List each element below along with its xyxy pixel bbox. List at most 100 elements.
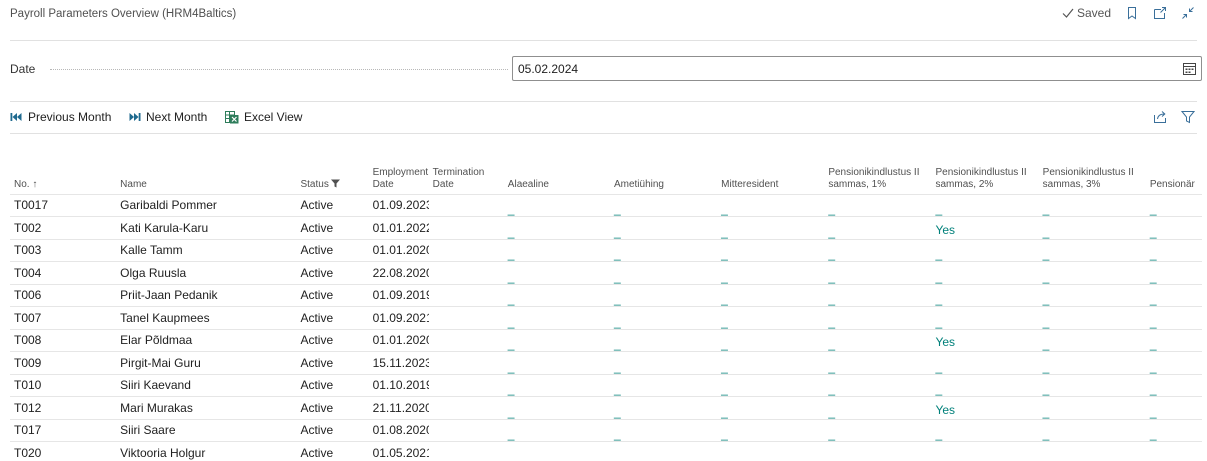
table-row[interactable]: T0017 Garibaldi Pommer Active 01.09.2023 _ _ _… (10, 193, 1202, 217)
cell-mitteresident[interactable]: _ (717, 418, 825, 442)
cell-no[interactable]: T006 (10, 283, 117, 307)
cell-termination-date[interactable] (428, 283, 504, 307)
cell-mitteresident[interactable]: _ (717, 193, 825, 217)
cell-pensionar[interactable]: _ (1145, 328, 1202, 352)
cell-no[interactable]: T010 (10, 373, 117, 397)
cell-pension-3[interactable]: _ (1038, 328, 1146, 352)
cell-pension-3[interactable]: _ (1038, 283, 1146, 307)
cell-termination-date[interactable] (428, 238, 504, 262)
cell-no[interactable]: T0017 (10, 193, 117, 217)
cell-ametiuhing[interactable]: _ (609, 238, 718, 262)
table-row[interactable]: T020 Viktooria Holgur Active 01.05.2021 _ _ _ _… (10, 441, 1202, 461)
cell-ametiuhing[interactable]: _ (609, 216, 718, 239)
cell-termination-date[interactable] (428, 306, 504, 329)
cell-status[interactable]: Active (296, 193, 369, 217)
calendar-icon[interactable] (1183, 62, 1196, 75)
cell-mitteresident[interactable]: _ (717, 306, 825, 329)
column-header-ametiuhing[interactable]: Ametiühing (610, 160, 717, 194)
cell-pension-1[interactable]: _ (824, 306, 932, 329)
cell-mitteresident[interactable]: _ (717, 238, 825, 262)
cell-pensionar[interactable]: _ (1145, 238, 1202, 262)
cell-pension-1[interactable]: _ (824, 396, 932, 419)
cell-alaealine[interactable]: _ (503, 283, 610, 307)
cell-pension-3[interactable]: _ (1038, 373, 1146, 397)
cell-name[interactable]: Siiri Kaevand (116, 373, 297, 397)
cell-name[interactable]: Tanel Kaupmees (116, 306, 297, 329)
cell-pension-3[interactable]: _ (1038, 418, 1146, 442)
cell-no[interactable]: T007 (10, 306, 117, 329)
cell-alaealine[interactable]: _ (503, 216, 610, 239)
cell-pension-2[interactable]: _ (931, 351, 1039, 374)
date-input[interactable]: 05.02.2024 (512, 56, 1202, 81)
cell-pension-1[interactable]: _ (824, 441, 932, 461)
table-row[interactable]: T004 Olga Ruusla Active 22.08.2020 _ _ _ _ _ _ _ (10, 261, 1202, 284)
cell-name[interactable]: Olga Ruusla (116, 261, 297, 284)
cell-no[interactable]: T002 (10, 216, 117, 239)
cell-pension-2[interactable]: _ (931, 373, 1039, 397)
cell-ametiuhing[interactable]: _ (609, 351, 718, 374)
cell-no[interactable]: T009 (10, 351, 117, 374)
column-header-name[interactable]: Name (116, 160, 296, 194)
cell-employment-date[interactable]: 01.09.2023 (368, 193, 429, 217)
table-row[interactable]: T003 Kalle Tamm Active 01.01.2020 _ _ _ _ _ _ _ (10, 238, 1202, 262)
cell-no[interactable]: T003 (10, 238, 117, 262)
cell-pension-1[interactable]: _ (824, 238, 932, 262)
cell-pension-1[interactable]: _ (824, 351, 932, 374)
cell-mitteresident[interactable]: _ (717, 261, 825, 284)
excel-view-button[interactable]: Excel View (225, 110, 302, 124)
cell-pensionar[interactable]: _ (1145, 261, 1202, 284)
cell-pension-2[interactable]: _ (931, 261, 1039, 284)
column-header-employment-date[interactable]: Employment Date (369, 160, 429, 194)
cell-pensionar[interactable]: _ (1145, 216, 1202, 239)
cell-termination-date[interactable] (428, 351, 504, 374)
cell-pension-1[interactable]: _ (824, 193, 932, 217)
cell-alaealine[interactable]: _ (503, 441, 610, 461)
cell-pension-2[interactable]: Yes (931, 396, 1039, 419)
cell-mitteresident[interactable]: _ (717, 216, 825, 239)
column-header-pensionar[interactable]: Pensionär (1146, 160, 1202, 194)
share-icon[interactable] (1153, 110, 1167, 124)
cell-ametiuhing[interactable]: _ (609, 261, 718, 284)
next-month-button[interactable]: Next Month (128, 110, 207, 124)
table-row[interactable]: T012 Mari Murakas Active 21.11.2020 _ _ _ _ Yes _… (10, 396, 1202, 419)
cell-name[interactable]: Mari Murakas (116, 396, 297, 419)
cell-pension-3[interactable]: _ (1038, 216, 1146, 239)
table-row[interactable]: T007 Tanel Kaupmees Active 01.09.2021 _ _ _ _ _ _… (10, 306, 1202, 329)
table-row[interactable]: T017 Siiri Saare Active 01.08.2020 _ _ _ _ _ _ _ (10, 418, 1202, 442)
cell-pensionar[interactable]: _ (1145, 373, 1202, 397)
cell-pension-3[interactable]: _ (1038, 193, 1146, 217)
cell-pensionar[interactable]: _ (1145, 193, 1202, 217)
cell-employment-date[interactable]: 15.11.2023 (368, 351, 429, 374)
cell-pension-1[interactable]: _ (824, 328, 932, 352)
cell-name[interactable]: Kalle Tamm (116, 238, 297, 262)
cell-status[interactable]: Active (296, 396, 369, 419)
column-header-mitteresident[interactable]: Mitteresident (717, 160, 824, 194)
cell-pension-3[interactable]: _ (1038, 306, 1146, 329)
cell-alaealine[interactable]: _ (503, 373, 610, 397)
cell-termination-date[interactable] (428, 373, 504, 397)
cell-status[interactable]: Active (296, 261, 369, 284)
cell-mitteresident[interactable]: _ (717, 351, 825, 374)
cell-ametiuhing[interactable]: _ (609, 418, 718, 442)
column-header-status[interactable]: Status (296, 160, 368, 194)
cell-name[interactable]: Viktooria Holgur (116, 441, 297, 461)
cell-no[interactable]: T004 (10, 261, 117, 284)
cell-pension-2[interactable]: _ (931, 306, 1039, 329)
cell-termination-date[interactable] (428, 193, 504, 217)
cell-pension-2[interactable]: _ (931, 193, 1039, 217)
cell-pension-1[interactable]: _ (824, 216, 932, 239)
cell-status[interactable]: Active (296, 373, 369, 397)
cell-pension-3[interactable]: _ (1038, 351, 1146, 374)
cell-ametiuhing[interactable]: _ (609, 373, 718, 397)
cell-status[interactable]: Active (296, 418, 369, 442)
cell-no[interactable]: T008 (10, 328, 117, 352)
cell-name[interactable]: Kati Karula-Karu (116, 216, 297, 239)
cell-termination-date[interactable] (428, 216, 504, 239)
cell-pension-2[interactable]: _ (931, 441, 1039, 461)
cell-pension-2[interactable]: _ (931, 283, 1039, 307)
cell-employment-date[interactable]: 01.09.2019 (368, 283, 429, 307)
cell-employment-date[interactable]: 01.05.2021 (368, 441, 429, 461)
cell-status[interactable]: Active (296, 283, 369, 307)
column-header-pension-3[interactable]: Pensionikindlustus II sammas, 3% (1039, 160, 1146, 194)
cell-employment-date[interactable]: 01.01.2020 (368, 238, 429, 262)
